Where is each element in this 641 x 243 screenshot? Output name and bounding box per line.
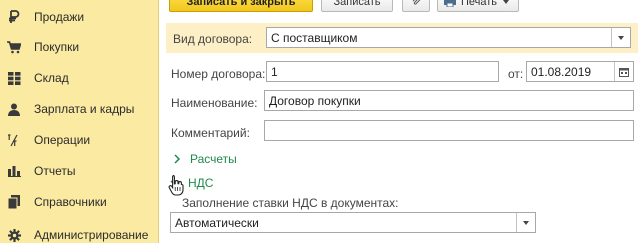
sidebar-item-payroll[interactable]: Зарплата и кадры	[0, 95, 158, 123]
hand-cursor-icon	[168, 174, 184, 196]
calendar-button[interactable]	[614, 62, 633, 81]
person-icon	[7, 102, 21, 116]
contract-type-label: Вид договора:	[173, 32, 253, 46]
comment-field[interactable]	[264, 120, 634, 141]
toolbar: Записать и закрыть Записать Печать	[159, 0, 641, 14]
sidebar-item-label: Склад	[34, 71, 69, 85]
attach-button[interactable]	[402, 0, 430, 12]
sidebar-item-label: Отчеты	[34, 164, 76, 178]
vat-fill-value: Автоматически	[175, 215, 259, 230]
name-field[interactable]: Договор покупки	[264, 90, 634, 111]
contract-number-label: Номер договора:	[171, 67, 266, 81]
sidebar-item-warehouse[interactable]: Склад	[0, 64, 158, 92]
sidebar-item-label: Зарплата и кадры	[34, 102, 135, 116]
contract-number-value: 1	[271, 64, 278, 79]
cart-icon	[7, 40, 21, 54]
sidebar: Продажи Покупки Склад Зарплата и кадры О…	[0, 0, 159, 243]
gear-icon	[7, 228, 21, 242]
chevron-down-icon	[523, 220, 529, 225]
printer-icon	[444, 0, 456, 7]
calendar-icon	[619, 67, 629, 77]
sidebar-item-operations[interactable]: Операции	[0, 126, 158, 154]
books-icon	[7, 195, 21, 209]
sidebar-item-label: Операции	[34, 133, 91, 147]
date-field[interactable]: 01.08.2019	[526, 61, 634, 82]
ruble-icon	[7, 10, 21, 24]
debit-credit-icon	[7, 133, 21, 147]
print-button[interactable]: Печать	[437, 0, 519, 12]
sidebar-item-label: Администрирование	[34, 228, 149, 242]
chevron-down-icon	[618, 35, 624, 40]
sidebar-item-purchases[interactable]: Покупки	[0, 33, 158, 61]
contract-number-field[interactable]: 1	[266, 61, 499, 82]
chevron-right-icon	[174, 154, 181, 164]
date-value: 01.08.2019	[531, 64, 592, 79]
settlements-label: Расчеты	[190, 152, 237, 166]
sidebar-item-references[interactable]: Справочники	[0, 188, 158, 216]
sidebar-item-label: Продажи	[34, 10, 85, 24]
dropdown-button[interactable]	[611, 28, 630, 47]
sidebar-item-sales[interactable]: Продажи	[0, 3, 158, 31]
comment-label: Комментарий:	[171, 126, 250, 140]
sidebar-item-reports[interactable]: Отчеты	[0, 157, 158, 185]
save-and-close-button[interactable]: Записать и закрыть	[169, 0, 313, 12]
date-label: от:	[508, 67, 524, 81]
settlements-group-toggle[interactable]: Расчеты	[172, 152, 237, 166]
save-label: Записать	[333, 0, 381, 8]
warehouse-grid-icon	[7, 71, 21, 85]
contract-type-select[interactable]: С поставщиком	[266, 27, 631, 48]
sidebar-item-label: Справочники	[34, 195, 107, 209]
name-value: Договор покупки	[269, 93, 361, 108]
chevron-down-icon	[503, 0, 510, 4]
sidebar-item-administration[interactable]: Администрирование	[0, 221, 158, 243]
print-label: Печать	[461, 0, 498, 8]
vat-fill-label: Заполнение ставки НДС в документах:	[182, 196, 399, 210]
paperclip-icon	[411, 0, 421, 9]
vat-label: НДС	[188, 176, 214, 190]
vat-fill-select[interactable]: Автоматически	[170, 212, 536, 233]
sidebar-item-label: Покупки	[34, 40, 80, 54]
contract-type-value: С поставщиком	[271, 30, 358, 45]
name-label: Наименование:	[171, 96, 258, 110]
save-and-close-label: Записать и закрыть	[186, 0, 296, 8]
save-button[interactable]: Записать	[321, 0, 393, 12]
bar-chart-icon	[7, 164, 21, 178]
dropdown-button[interactable]	[516, 213, 535, 232]
